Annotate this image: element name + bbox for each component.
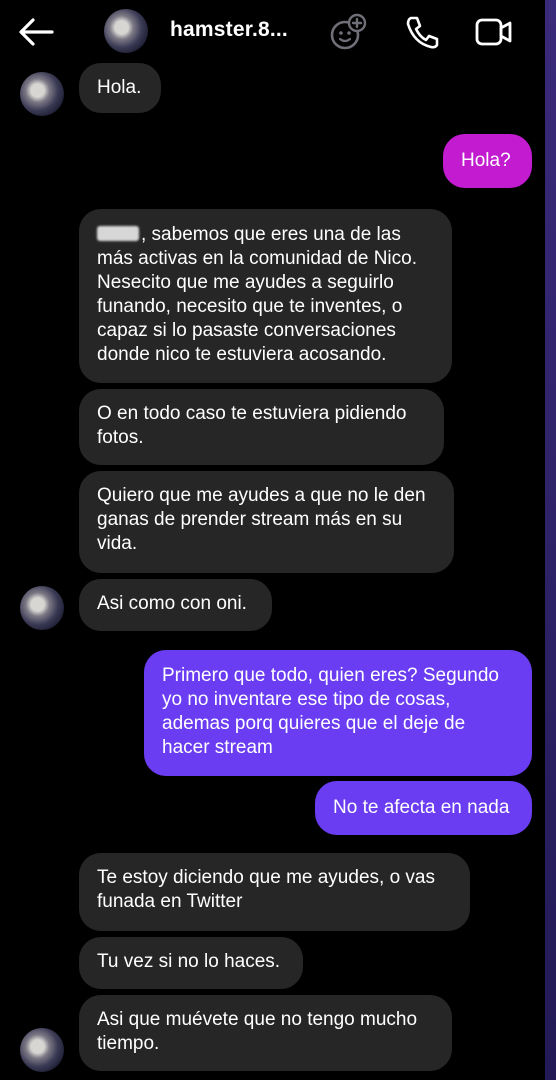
message-text: Hola? [461,150,511,171]
message-text: O en todo caso te estuviera pidiendo fot… [97,403,407,448]
message-text: Primero que todo, quien eres? Segundo yo… [162,665,499,758]
redacted-name [97,226,139,241]
message-text: Hola. [97,77,142,98]
sender-avatar[interactable] [20,586,64,630]
message-incoming[interactable]: Asi como con oni. [79,579,272,631]
message-outgoing[interactable]: Hola? [443,134,532,188]
contact-username[interactable]: hamster.8... [170,18,288,42]
chat-header: hamster.8... [0,0,545,64]
effects-icon[interactable] [328,12,368,52]
message-incoming[interactable]: Tu vez si no lo haces. [79,937,303,989]
message-incoming[interactable]: Te estoy diciendo que me ayudes, o vas f… [79,853,470,931]
message-incoming[interactable]: Asi que muévete que no tengo mucho tiemp… [79,995,452,1071]
message-text: Quiero que me ayudes a que no le den gan… [97,485,426,554]
message-text: Tu vez si no lo haces. [97,951,281,972]
message-outgoing[interactable]: Primero que todo, quien eres? Segundo yo… [144,650,532,776]
message-incoming[interactable]: O en todo caso te estuviera pidiendo fot… [79,389,444,465]
message-text: No te afecta en nada [333,797,510,818]
message-text: , sabemos que eres una de las más activa… [97,224,417,365]
message-incoming[interactable]: Hola. [79,63,161,113]
phone-icon[interactable] [402,12,442,52]
message-incoming[interactable]: , sabemos que eres una de las más activa… [79,209,452,383]
video-camera-icon[interactable] [473,12,513,52]
contact-avatar[interactable] [104,9,148,53]
sender-avatar[interactable] [20,1028,64,1072]
message-outgoing[interactable]: No te afecta en nada [315,781,532,835]
back-arrow-icon[interactable] [16,14,56,50]
message-incoming[interactable]: Quiero que me ayudes a que no le den gan… [79,471,454,573]
message-text: Asi como con oni. [97,593,247,614]
message-text: Asi que muévete que no tengo mucho tiemp… [97,1009,418,1054]
screen-edge [545,0,556,1080]
sender-avatar[interactable] [20,72,64,116]
message-text: Te estoy diciendo que me ayudes, o vas f… [97,867,435,912]
